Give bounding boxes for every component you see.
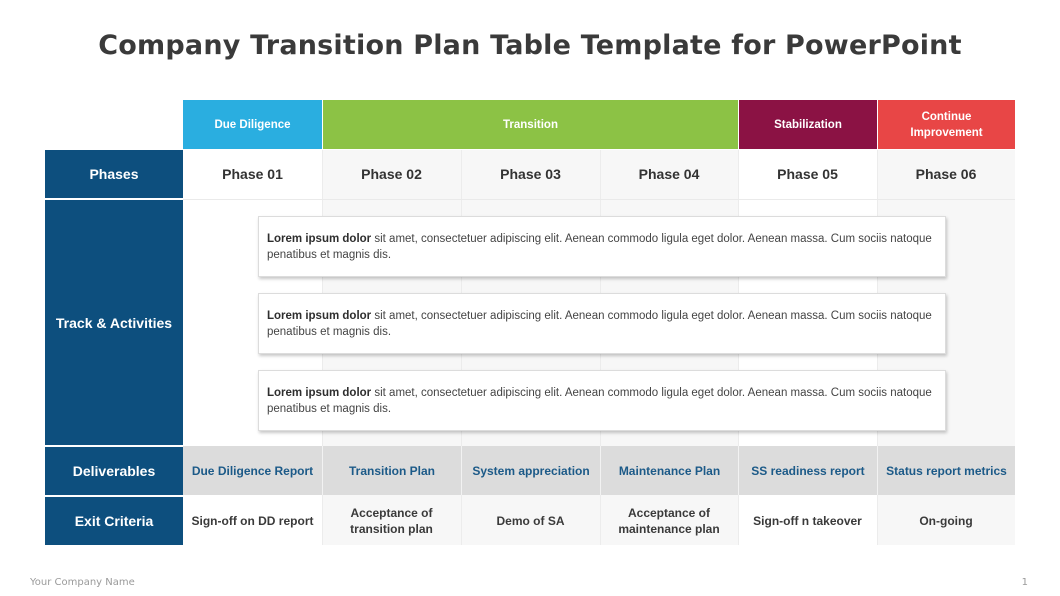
exit-criteria-cell: Acceptance of transition plan [350,505,433,536]
deliverable-cell: Transition Plan [322,446,461,495]
activity-bold: Lorem ipsum dolor [267,233,372,245]
exit-criteria-cell: Sign-off on DD report [191,513,314,528]
row-label-deliverables: Deliverables [45,447,183,495]
phase-header: Phase 03 [500,166,561,182]
deliverable-cell: Status report metrics [877,446,1015,495]
row-label-phases: Phases [45,150,183,198]
deliverable-cell: Maintenance Plan [600,446,738,495]
phase-header: Phase 06 [915,166,977,182]
deliverable-cell: Due Diligence Report [191,463,314,478]
row-label-track-activities: Track & Activities [45,200,183,445]
exit-criteria-cell: Sign-off n takeover [753,513,862,528]
exit-criteria-cell: Demo of SA [496,513,565,528]
footer-company-name: Your Company Name [30,577,135,588]
phase-header: Phase 01 [222,166,283,182]
row-label-exit-criteria: Exit Criteria [45,497,183,545]
exit-criteria-cell: On-going [919,513,973,528]
activity-bold: Lorem ipsum dolor [267,387,372,399]
transition-plan-table: Due Diligence Transition Stabilization C… [45,100,1015,545]
footer-page-number: 1 [1021,577,1028,588]
row-divider [183,199,1015,200]
group-header-stabilization: Stabilization [739,100,877,149]
activity-card: Lorem ipsum dolor sit amet, consectetuer… [258,370,946,431]
activity-card: Lorem ipsum dolor sit amet, consectetuer… [258,293,946,354]
activity-bold: Lorem ipsum dolor [267,310,372,322]
phase-header: Phase 04 [638,166,700,182]
group-header-continue-improvement: Continue Improvement [878,100,1015,149]
phase-header: Phase 05 [777,166,838,182]
phase-header: Phase 02 [361,166,422,182]
deliverable-cell: SS readiness report [738,446,877,495]
group-header-transition: Transition [323,100,738,149]
group-header-due-diligence: Due Diligence [183,100,322,149]
exit-criteria-cell: Acceptance of maintenance plan [618,505,720,536]
activity-card: Lorem ipsum dolor sit amet, consectetuer… [258,216,946,277]
slide-title: Company Transition Plan Table Template f… [98,30,962,61]
deliverable-cell: System appreciation [461,446,600,495]
